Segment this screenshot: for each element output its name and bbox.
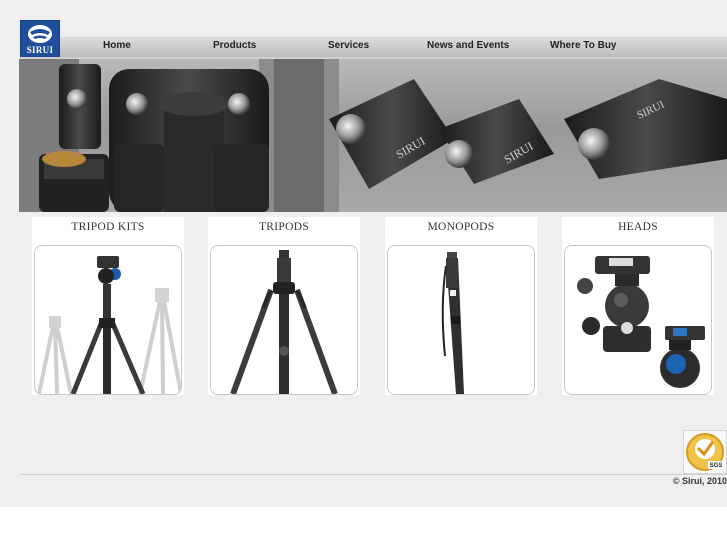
sirui-logo[interactable]: SIRUI (20, 20, 60, 60)
hero-banner: SIRUI SIRUI SIRUI (19, 59, 727, 212)
card-title: TRIPOD KITS (71, 221, 145, 233)
product-card-tripod-kits[interactable]: TRIPOD KITS (32, 217, 184, 395)
card-image-frame (210, 245, 358, 395)
nav-home[interactable]: Home (103, 40, 131, 51)
tripod-image (230, 250, 338, 394)
card-title: MONOPODS (427, 221, 495, 233)
main-nav: Home Products Services News and Events W… (60, 36, 727, 58)
card-title: HEADS (618, 221, 658, 233)
card-image-frame (564, 245, 712, 395)
nav-where-to-buy[interactable]: Where To Buy (550, 40, 616, 51)
nav-products[interactable]: Products (213, 40, 256, 51)
monopod-image (441, 252, 464, 394)
card-image-frame (34, 245, 182, 395)
tripod-heads-image (577, 256, 705, 388)
product-card-monopods[interactable]: MONOPODS (385, 217, 537, 395)
nav-services[interactable]: Services (328, 40, 369, 51)
card-image-frame (387, 245, 535, 395)
footer-divider (20, 474, 727, 475)
product-card-heads[interactable]: HEADS (562, 217, 714, 395)
tripod-closeup-image: SIRUI SIRUI SIRUI (19, 59, 727, 212)
sgs-seal-icon: SGS (686, 433, 724, 471)
logo-text: SIRUI (26, 45, 54, 55)
nav-news-and-events[interactable]: News and Events (427, 40, 509, 51)
product-card-tripods[interactable]: TRIPODS (208, 217, 360, 395)
tripod-kit-image (37, 256, 181, 394)
sgs-certification-badge: SGS (683, 430, 727, 474)
logo-emblem-icon (28, 25, 52, 43)
copyright-text: © Sirui, 2010 (672, 476, 727, 486)
sgs-label: SGS (710, 463, 723, 469)
card-title: TRIPODS (258, 221, 310, 233)
